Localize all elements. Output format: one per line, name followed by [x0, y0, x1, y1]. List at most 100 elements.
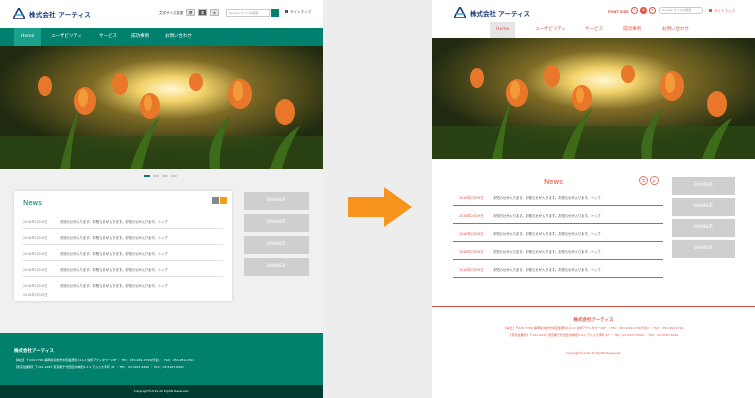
- footer-company: 株式会社アーティス: [14, 349, 54, 354]
- news-date: 2016年2月29日: [23, 293, 48, 297]
- news-text: お知らせが入ります。お知らせが入ります。お知らせが入ります。トップ: [493, 232, 601, 236]
- fontsize-button-small[interactable]: 標: [186, 9, 195, 16]
- fontsize-label: 文字サイズ変更: [159, 11, 184, 15]
- search-input[interactable]: Google サイト内検索: [226, 9, 270, 17]
- list-icon[interactable]: [212, 197, 219, 204]
- nav-home[interactable]: Home: [14, 28, 42, 46]
- news-date: 2016年2月29日: [459, 232, 484, 236]
- news-row[interactable]: 2016年2月29日 お知らせが入ります。お知らせが入ります。お知らせが入ります。…: [453, 206, 663, 224]
- rss-icon[interactable]: [220, 197, 227, 204]
- news-text: お知らせが入ります。お知らせが入ります。お知らせが入ります。トップ: [60, 284, 168, 288]
- fontsize-label: FONT SIZE: [608, 10, 629, 14]
- banner[interactable]: BANNER: [244, 236, 309, 254]
- after-nav: Home ユーザビリティ サービス 成功事例 お問い合わせ: [432, 22, 755, 38]
- slider-dots: [144, 175, 177, 177]
- after-logo[interactable]: 株式会社 アーティス: [454, 7, 530, 18]
- sitemap-link[interactable]: サイトマップ: [709, 9, 735, 14]
- slider-dot[interactable]: [171, 175, 177, 177]
- search-icon: [272, 17, 278, 23]
- news-title: News: [544, 178, 563, 186]
- banner[interactable]: BANNER: [244, 258, 309, 276]
- list-icon[interactable]: [639, 176, 648, 185]
- news-text: お知らせが入ります。お知らせが入ります。お知らせが入ります。トップ: [60, 268, 168, 272]
- nav-service[interactable]: サービス: [92, 28, 124, 46]
- nav-cases[interactable]: 成功事例: [617, 22, 647, 38]
- news-panel: News 2016年2月29日お知らせが入ります。お知らせが入ります。お知らせが…: [453, 164, 663, 279]
- news-text: お知らせが入ります。お知らせが入ります。お知らせが入ります。トップ: [60, 252, 168, 256]
- footer-address: 【東京営業所】〒101-0047 東京都千代田区内神田2-4-3 アムス大手町 …: [508, 333, 679, 337]
- banner[interactable]: BANNER: [244, 192, 309, 210]
- nav-service[interactable]: サービス: [579, 22, 609, 38]
- slider-dot[interactable]: [153, 175, 159, 177]
- hero-image: [432, 38, 755, 159]
- footer-address: 【本社】〒430-7720 静岡県浜松市中区板屋町111-2 浜松アクトタワー2…: [14, 358, 195, 362]
- news-date: 2016年2月29日: [23, 252, 48, 256]
- fontsize-button-large[interactable]: 大: [649, 7, 656, 14]
- news-date: 2016年2月29日: [459, 196, 484, 200]
- news-date: 2016年2月29日: [23, 220, 48, 224]
- news-row[interactable]: 2016年2月29日 お知らせが入ります。お知らせが入ります。お知らせが入ります。…: [23, 213, 223, 229]
- fontsize-button-medium[interactable]: 準: [198, 9, 207, 16]
- nav-cases[interactable]: 成功事例: [124, 28, 156, 46]
- news-text: お知らせが入ります。お知らせが入ります。お知らせが入ります。トップ: [60, 220, 168, 224]
- footer-address: 【本社】〒430-7720 静岡県浜松市中区板屋町111-2 浜松アクトタワー2…: [503, 326, 684, 330]
- logo-text: 株式会社 アーティス: [470, 9, 530, 18]
- search-button[interactable]: [271, 9, 279, 23]
- before-nav: Home ユーザビリティ サービス 成功事例 お問い合わせ: [0, 28, 323, 46]
- fontsize-button-small[interactable]: 小: [631, 7, 638, 14]
- comparison-stage: 株式会社 アーティス 文字サイズ変更 標 準 大 Google サイト内検索 サ…: [0, 0, 755, 398]
- tulip-photo: [0, 46, 323, 169]
- news-text: お知らせが入ります。お知らせが入ります。お知らせが入ります。トップ: [60, 236, 168, 240]
- news-row[interactable]: 2016年2月29日 お知らせが入ります。お知らせが入ります。お知らせが入ります。…: [453, 188, 663, 206]
- news-panel: News 2016年2月29日お知らせが入ります。お知らせが入ります。お知らせが…: [14, 191, 232, 301]
- nav-contact[interactable]: お問い合わせ: [158, 28, 199, 46]
- nav-usability[interactable]: ユーザビリティ: [529, 22, 572, 38]
- news-text: お知らせが入ります。お知らせが入ります。お知らせが入ります。トップ: [493, 268, 601, 272]
- footer-copyright: Copyright©Artis All Rights Reserved.: [565, 351, 622, 355]
- news-row[interactable]: 2016年2月29日 お知らせが入ります。お知らせが入ります。お知らせが入ります。…: [23, 261, 223, 277]
- news-row[interactable]: 2016年2月29日 お知らせが入ります。お知らせが入ります。お知らせが入ります。…: [453, 242, 663, 260]
- nav-usability[interactable]: ユーザビリティ: [44, 28, 89, 46]
- sitemap-link[interactable]: サイトマップ: [285, 10, 311, 15]
- fontsize-button-large[interactable]: 大: [210, 9, 219, 16]
- footer-address: 【東京営業所】〒101-0047 東京都千代田区内神田2-4-3 アムス大手町 …: [14, 365, 184, 369]
- banner[interactable]: BANNER: [672, 177, 735, 195]
- before-header: 株式会社 アーティス 文字サイズ変更 標 準 大 Google サイト内検索 サ…: [0, 0, 323, 28]
- sitemap-icon: [709, 9, 712, 12]
- banner[interactable]: BANNER: [672, 219, 735, 237]
- nav-home[interactable]: Home: [490, 22, 516, 38]
- news-date: 2016年2月29日: [23, 236, 48, 240]
- news-row[interactable]: 2016年2月29日 お知らせが入ります。お知らせが入ります。お知らせが入ります。…: [453, 224, 663, 242]
- banner[interactable]: BANNER: [244, 214, 309, 232]
- news-row[interactable]: 2016年2月29日 お知らせが入ります。お知らせが入ります。お知らせが入ります。…: [23, 277, 223, 293]
- footer-company: 株式会社アーティス: [573, 318, 614, 323]
- news-icons: [212, 197, 227, 204]
- news-row[interactable]: 2016年2月29日 お知らせが入ります。お知らせが入ります。お知らせが入ります。…: [453, 260, 663, 278]
- news-row[interactable]: 2016年2月29日 お知らせが入ります。お知らせが入ります。お知らせが入ります。…: [23, 245, 223, 261]
- news-row[interactable]: 2016年2月29日: [23, 293, 223, 301]
- footer-copyright: Copyright©Artis All Rights Reserved.: [0, 385, 323, 398]
- banner[interactable]: BANNER: [672, 240, 735, 258]
- news-row[interactable]: 2016年2月29日 お知らせが入ります。お知らせが入ります。お知らせが入ります。…: [23, 229, 223, 245]
- rss-icon[interactable]: [650, 176, 659, 185]
- news-icons: [639, 176, 659, 185]
- banner[interactable]: BANNER: [672, 198, 735, 216]
- nav-contact[interactable]: お問い合わせ: [656, 22, 695, 38]
- search-input[interactable]: Google サイト内検索: [659, 7, 703, 14]
- after-site: 株式会社 アーティス FONT SIZE 小 中 大 Google サイト内検索…: [432, 0, 755, 398]
- news-text: お知らせが入ります。お知らせが入ります。お知らせが入ります。トップ: [493, 250, 601, 254]
- before-logo[interactable]: 株式会社 アーティス: [13, 8, 91, 19]
- fontsize-button-medium[interactable]: 中: [640, 7, 647, 14]
- footer-divider: [432, 306, 755, 307]
- logo-mark-icon: [13, 8, 25, 19]
- sitemap-label: サイトマップ: [714, 9, 735, 13]
- slider-dot[interactable]: [144, 175, 150, 177]
- hero-image: [0, 46, 323, 169]
- news-title: News: [23, 199, 42, 207]
- slider-dot[interactable]: [162, 175, 168, 177]
- news-text: お知らせが入ります。お知らせが入ります。お知らせが入ります。トップ: [493, 214, 601, 218]
- sitemap-icon: [285, 10, 288, 13]
- news-date: 2016年2月29日: [459, 250, 484, 254]
- arrow-right-icon: [348, 187, 412, 227]
- news-text: お知らせが入ります。お知らせが入ります。お知らせが入ります。トップ: [493, 196, 601, 200]
